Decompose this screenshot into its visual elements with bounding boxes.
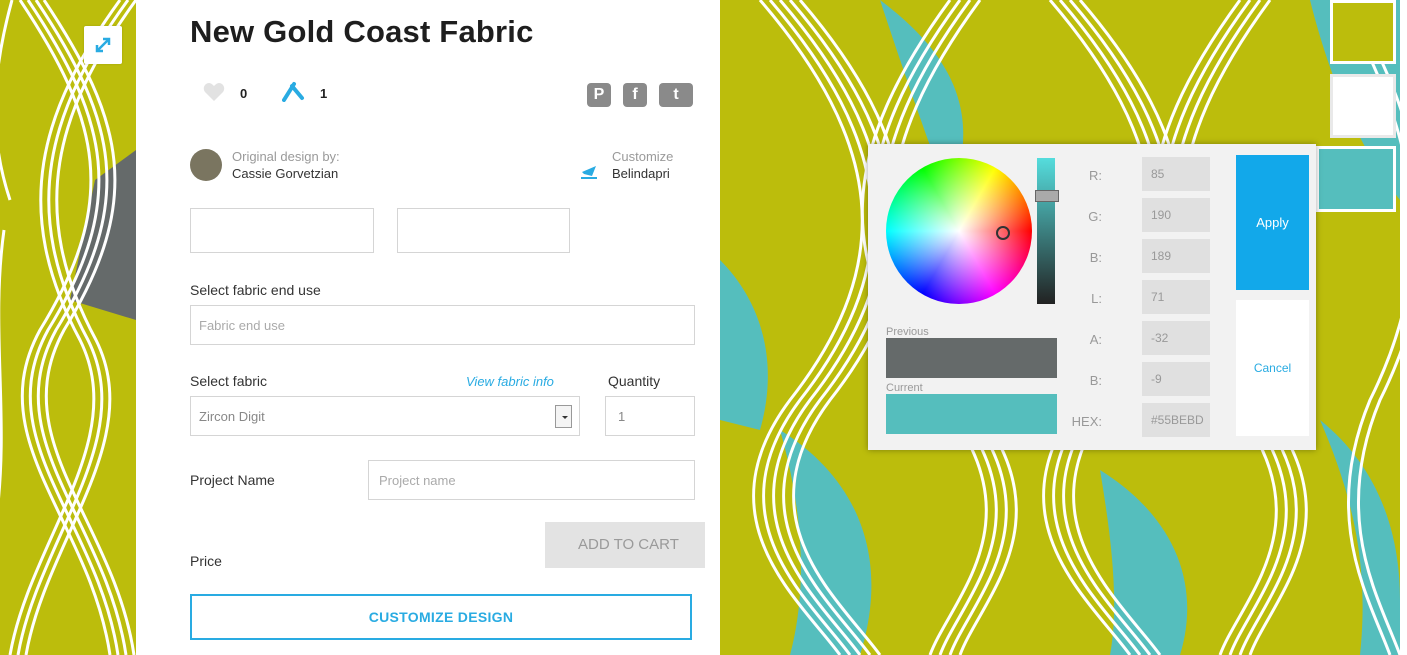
lab-a-label: A: [1089,332,1102,347]
current-color-swatch [886,394,1057,434]
project-name-label: Project Name [190,472,275,488]
fabric-pattern-left [0,0,136,655]
customize-design-button[interactable]: CUSTOMIZE DESIGN [190,594,692,640]
facebook-icon[interactable]: f [623,83,647,107]
height-input[interactable] [397,208,570,253]
expand-icon [95,37,111,53]
select-fabric-label: Select fabric [190,373,268,389]
customized-by-label: Customize [612,149,674,164]
cancel-button[interactable]: Cancel [1236,300,1309,436]
lab-a-input[interactable]: -32 [1142,321,1210,355]
apply-button[interactable]: Apply [1236,155,1309,290]
lab-b-input[interactable]: -9 [1142,362,1210,396]
green-label: G: [1088,209,1102,224]
view-fabric-info-link[interactable]: View fabric info [466,374,554,389]
previous-color-label: Previous [886,326,929,338]
quantity-label: Quantity [608,373,661,389]
quantity-value: 1 [618,409,626,424]
fabric-select[interactable]: Zircon Digit [190,396,580,436]
current-color-label: Current [886,382,923,394]
quantity-input[interactable]: 1 [605,396,695,436]
lightness-slider[interactable] [1035,158,1059,304]
fabric-end-use-select[interactable]: Fabric end use [190,305,695,345]
remix-count: 1 [320,86,328,101]
fabric-end-use-placeholder: Fabric end use [199,318,285,333]
original-designer-name[interactable]: Cassie Gorvetzian [232,166,338,181]
color-swatch-teal-selected[interactable] [1316,146,1396,212]
red-label: R: [1089,168,1102,183]
lab-b-label: B: [1089,373,1102,388]
previous-color-swatch[interactable] [886,338,1057,378]
price-label: Price [190,553,222,569]
dropdown-arrow-icon[interactable] [555,405,572,428]
fabric-end-use-label: Select fabric end use [190,282,321,298]
hex-input[interactable]: #55BEBD [1142,403,1210,437]
color-swatch-white[interactable] [1330,74,1396,138]
project-name-placeholder: Project name [379,473,456,488]
green-input[interactable]: 190 [1142,198,1210,232]
color-wheel[interactable] [886,158,1032,304]
favorites-count: 0 [240,86,248,101]
twitter-icon[interactable]: t [659,83,693,107]
customizer-name[interactable]: Belindapri [612,166,692,181]
color-wheel-cursor[interactable] [996,226,1010,240]
add-to-cart-button[interactable]: ADD TO CART [545,522,705,568]
lab-l-label: L: [1091,291,1102,306]
project-name-input[interactable]: Project name [368,460,695,500]
red-input[interactable]: 85 [1142,157,1210,191]
customizer-icon [581,166,597,179]
expand-view-button[interactable] [84,26,122,64]
fabric-select-value: Zircon Digit [199,409,265,424]
designer-avatar[interactable] [190,149,222,181]
lightness-slider-handle[interactable] [1035,190,1059,202]
design-preview-left [0,0,136,655]
hex-label: HEX: [1071,414,1102,429]
product-title: New Gold Coast Fabric [190,14,534,49]
remix-icon[interactable] [282,80,306,102]
blue-input[interactable]: 189 [1142,239,1210,273]
lab-l-input[interactable]: 71 [1142,280,1210,314]
width-input[interactable] [190,208,374,253]
color-swatch-gold[interactable] [1330,0,1396,64]
original-design-label: Original design by: [232,149,340,164]
pinterest-icon[interactable]: P [587,83,611,107]
heart-icon[interactable] [203,82,225,102]
blue-label: B: [1089,250,1102,265]
